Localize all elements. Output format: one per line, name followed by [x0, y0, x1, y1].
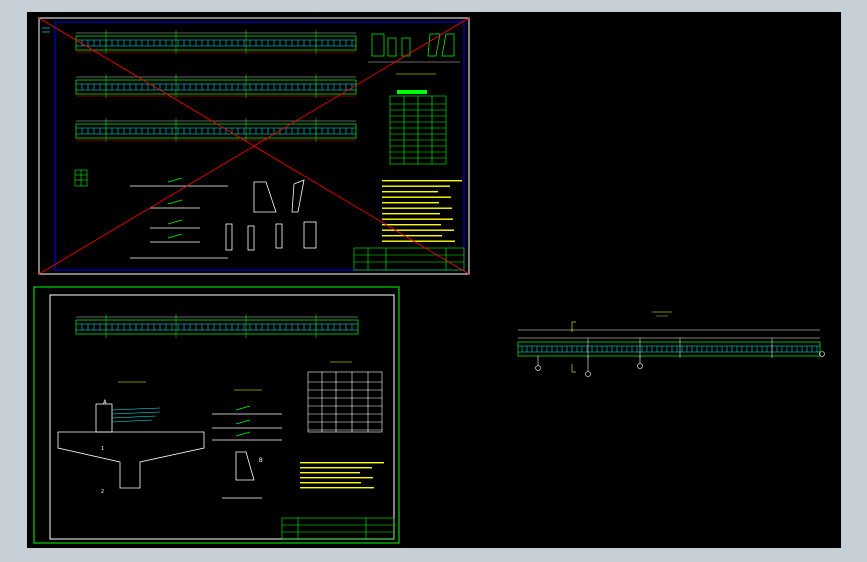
beam-elevation-4: [75, 314, 359, 338]
cad-drawing[interactable]: A B 1 2: [27, 12, 841, 548]
note-line: [382, 185, 450, 187]
stirrup-shapes: [225, 179, 317, 251]
quantity-table: [389, 90, 447, 165]
beam-elevation-2: [75, 74, 357, 98]
note-line: [382, 235, 442, 237]
general-notes: [382, 180, 462, 242]
general-notes-2: [300, 462, 384, 489]
binding-marks: [42, 27, 50, 33]
note-line: [382, 224, 441, 226]
detail-label-a: A: [103, 399, 107, 406]
sheet-top-left[interactable]: [38, 17, 470, 275]
sheet-border: [33, 286, 400, 544]
note-line: [300, 467, 372, 469]
note-line: [300, 477, 373, 479]
note-line: [300, 472, 360, 474]
inner-frame: [49, 294, 395, 540]
note-line: [382, 180, 462, 182]
rebar-shapes: [130, 177, 228, 259]
section-label-2: 2: [101, 489, 104, 495]
anchor-detail: [74, 169, 88, 187]
note-line: [382, 229, 454, 231]
note-line: [382, 240, 455, 242]
note-line: [382, 196, 451, 198]
note-line: [382, 207, 452, 209]
title-block-2: [281, 517, 395, 540]
sheet-bottom-left[interactable]: [33, 286, 400, 544]
note-line: [300, 462, 384, 464]
note-line: [382, 191, 438, 193]
longitudinal-rebar-layout: [517, 311, 825, 377]
cross-section-details: [368, 33, 460, 75]
quantity-table-2: [307, 361, 383, 433]
rebar-shapes-2: [212, 389, 282, 441]
title-block: [353, 247, 465, 271]
t-beam-section: [57, 381, 205, 489]
beam-elevation-1: [75, 30, 357, 54]
beam-elevation-3: [75, 118, 357, 142]
note-line: [382, 213, 440, 215]
detail-label-b: B: [259, 457, 263, 464]
note-line: [300, 482, 361, 484]
note-line: [382, 202, 439, 204]
cad-model-space[interactable]: A B 1 2: [27, 12, 841, 548]
section-label-1: 1: [101, 446, 104, 452]
stirrup-shape-2: [222, 451, 262, 499]
note-line: [300, 487, 374, 489]
note-line: [382, 218, 453, 220]
